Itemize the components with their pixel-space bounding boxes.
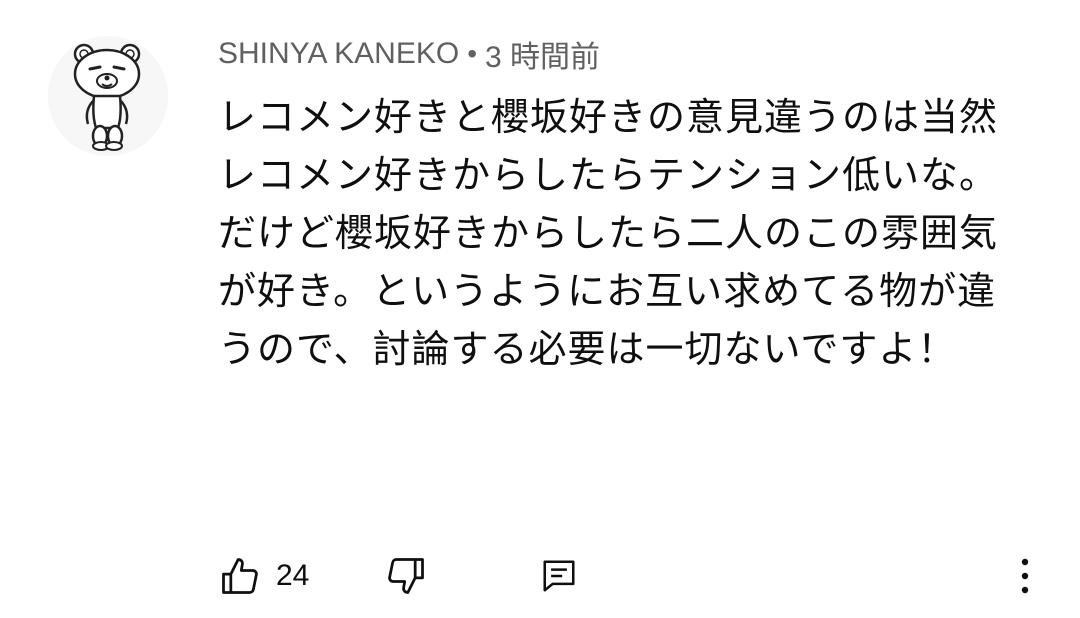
more-vertical-icon <box>1021 558 1029 594</box>
reply-button[interactable] <box>540 550 578 602</box>
author-name[interactable]: SHINYA KANEKO <box>218 37 459 71</box>
like-count: 24 <box>276 559 310 592</box>
thumb-down-icon <box>388 558 424 594</box>
dislike-button[interactable] <box>384 550 428 602</box>
comment-thread-item: SHINYA KANEKO • 3 時間前 レコメン好きと櫻坂好きの意見違うのは… <box>0 0 1080 618</box>
avatar[interactable] <box>48 36 168 156</box>
published-time[interactable]: 3 時間前 <box>485 32 600 76</box>
thumb-up-icon <box>222 558 258 594</box>
like-button[interactable]: 24 <box>218 550 309 602</box>
reply-comment-icon <box>543 560 575 592</box>
more-actions-button[interactable] <box>1010 550 1040 602</box>
bear-avatar-icon <box>48 36 168 156</box>
comment-header: SHINYA KANEKO • 3 時間前 <box>218 34 600 74</box>
comment-action-bar: 24 <box>218 550 1048 602</box>
comment-body: レコメン好きと櫻坂好きの意見違うのは当然 レコメン好きからしたらテンション低いな… <box>218 95 999 371</box>
separator-dot: • <box>467 38 477 69</box>
